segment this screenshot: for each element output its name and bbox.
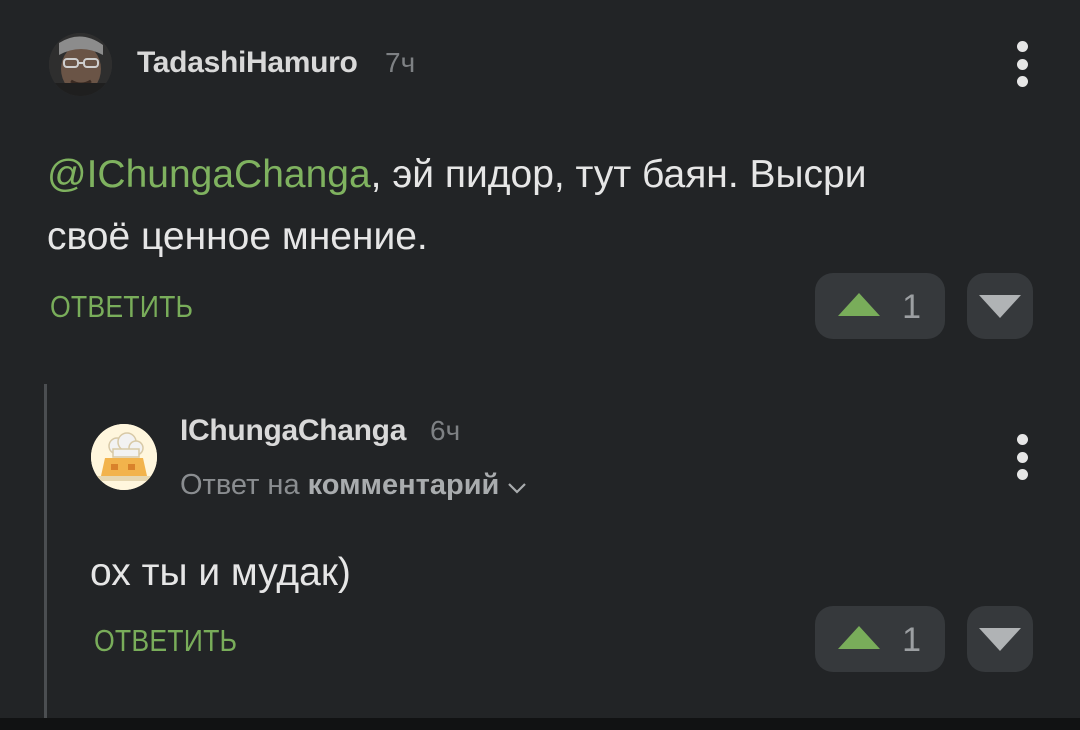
- user-avatar[interactable]: [91, 424, 157, 490]
- user-photo-icon: [49, 33, 112, 96]
- arrow-up-icon: [838, 626, 880, 649]
- comment-time: 7ч: [385, 47, 416, 78]
- kebab-menu-icon[interactable]: [1015, 434, 1029, 480]
- comment-text: , эй пидор, тут баян. Высри: [370, 153, 867, 196]
- downvote-button[interactable]: [967, 606, 1033, 672]
- comment-line: @IChungaChanga, эй пидор, тут баян. Выср…: [47, 144, 1037, 206]
- reply-to-link[interactable]: Ответ на комментарий: [180, 469, 527, 503]
- downvote-button[interactable]: [967, 273, 1033, 339]
- thread-line[interactable]: [44, 384, 47, 718]
- comments-screen: TadashiHamuro 7ч @IChungaChanga, эй пидо…: [0, 0, 1080, 730]
- kebab-menu-icon[interactable]: [1015, 41, 1029, 87]
- comment-time: 6ч: [430, 415, 461, 446]
- chef-hat-avatar-icon: [91, 424, 157, 490]
- chevron-down-icon[interactable]: [507, 470, 527, 503]
- user-avatar[interactable]: [49, 33, 112, 96]
- arrow-up-icon: [838, 293, 880, 316]
- reply-button[interactable]: ОТВЕТИТЬ: [94, 623, 237, 659]
- reply-button[interactable]: ОТВЕТИТЬ: [50, 289, 193, 325]
- mention-link[interactable]: @IChungaChanga: [47, 153, 371, 196]
- bottom-bar: [0, 718, 1080, 730]
- comment-line: своё ценное мнение.: [47, 215, 428, 258]
- comment-author[interactable]: IChungaChanga: [180, 414, 406, 448]
- upvote-button[interactable]: 1: [815, 273, 945, 339]
- comment-body: @IChungaChanga, эй пидор, тут баян. Выср…: [47, 144, 1037, 268]
- arrow-down-icon: [979, 628, 1021, 651]
- rating-count: 1: [902, 288, 921, 326]
- upvote-button[interactable]: 1: [815, 606, 945, 672]
- reply-to-target[interactable]: комментарий: [308, 469, 500, 501]
- comment-body: ох ты и мудак): [90, 551, 351, 594]
- reply-to-prefix: Ответ на: [180, 469, 300, 501]
- arrow-down-icon: [979, 295, 1021, 318]
- comment-author[interactable]: TadashiHamuro: [137, 46, 358, 80]
- rating-count: 1: [902, 621, 921, 659]
